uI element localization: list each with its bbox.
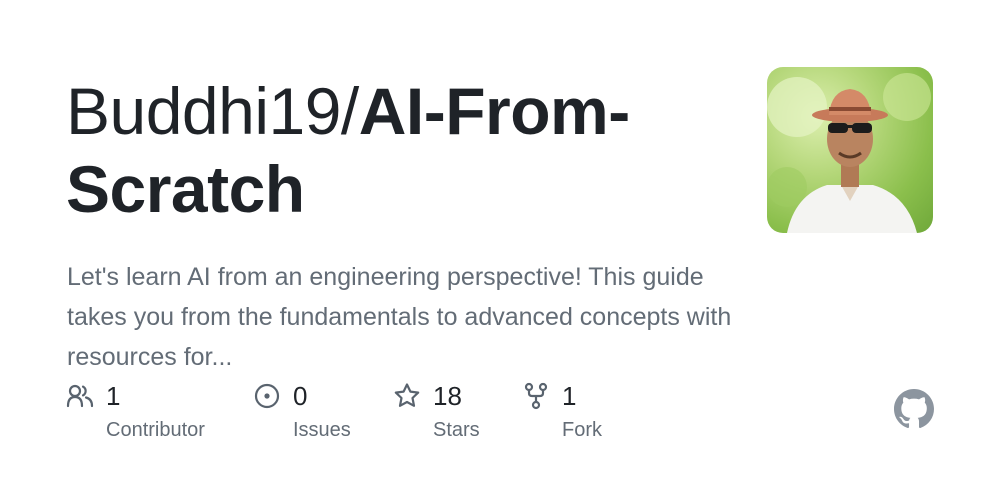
- contributors-count: 1: [106, 381, 121, 411]
- fork-icon: [524, 382, 548, 410]
- repo-owner[interactable]: Buddhi19/: [66, 74, 359, 148]
- repo-title: Buddhi19/AI-From-Scratch: [66, 72, 756, 228]
- issues-count: 0: [293, 381, 308, 411]
- owner-avatar[interactable]: [767, 67, 933, 233]
- github-logo-icon[interactable]: [894, 389, 934, 429]
- avatar-image: [767, 73, 931, 233]
- repo-description: Let's learn AI from an engineering persp…: [67, 263, 732, 371]
- issue-circle-icon: [254, 383, 280, 409]
- forks-count: 1: [562, 381, 577, 411]
- forks-label: Fork: [562, 419, 602, 441]
- stars-count: 18: [433, 381, 462, 411]
- issues-label: Issues: [293, 419, 351, 441]
- star-icon: [394, 383, 420, 407]
- contributors-label: Contributor: [106, 419, 205, 441]
- stars-label: Stars: [433, 419, 480, 441]
- people-icon: [66, 384, 94, 408]
